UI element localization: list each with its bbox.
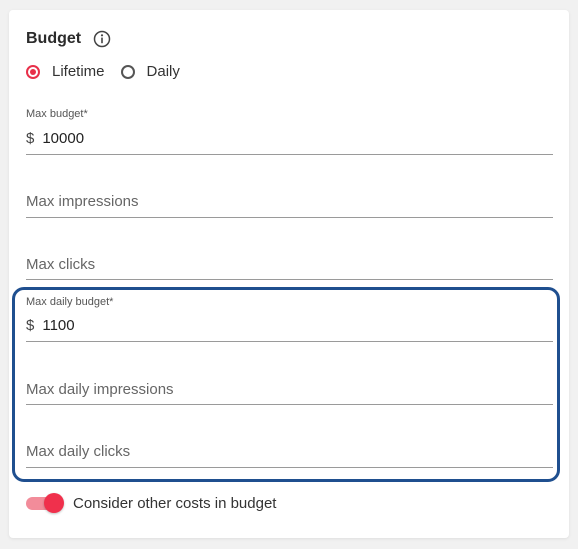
max-budget-value-row: $ 10000 bbox=[26, 130, 84, 147]
max-daily-clicks-input[interactable]: Max daily clicks bbox=[26, 443, 130, 460]
budget-type-radio-group: Lifetime Daily bbox=[26, 63, 180, 80]
toggle-thumb bbox=[44, 493, 64, 513]
max-daily-impressions-field[interactable]: Max daily impressions bbox=[26, 371, 553, 405]
max-budget-field[interactable]: Max budget* $ 10000 bbox=[26, 108, 553, 155]
max-impressions-field[interactable]: Max impressions bbox=[26, 184, 553, 218]
consider-costs-row: Consider other costs in budget bbox=[26, 493, 276, 513]
max-budget-label: Max budget* bbox=[26, 108, 88, 120]
info-circle-icon[interactable] bbox=[93, 30, 111, 48]
radio-lifetime-label: Lifetime bbox=[52, 63, 105, 80]
radio-checked-icon bbox=[26, 64, 40, 79]
max-daily-impressions-input[interactable]: Max daily impressions bbox=[26, 381, 174, 398]
budget-header: Budget bbox=[26, 30, 111, 48]
radio-daily-label: Daily bbox=[146, 63, 180, 80]
currency-symbol: $ bbox=[26, 130, 35, 147]
max-daily-budget-value-row: $ 1100 bbox=[26, 317, 75, 334]
currency-symbol: $ bbox=[26, 317, 35, 334]
max-budget-input[interactable]: 10000 bbox=[42, 130, 84, 147]
max-daily-budget-label: Max daily budget* bbox=[26, 296, 114, 308]
max-impressions-input[interactable]: Max impressions bbox=[26, 193, 139, 210]
radio-unchecked-icon bbox=[120, 64, 135, 79]
radio-lifetime[interactable]: Lifetime bbox=[26, 63, 105, 80]
max-clicks-field[interactable]: Max clicks bbox=[26, 247, 553, 280]
consider-costs-label: Consider other costs in budget bbox=[73, 494, 277, 512]
max-daily-budget-field[interactable]: Max daily budget* $ 1100 bbox=[26, 295, 553, 342]
max-daily-budget-input[interactable]: 1100 bbox=[42, 317, 74, 334]
section-title: Budget bbox=[26, 30, 82, 47]
radio-daily[interactable]: Daily bbox=[120, 63, 180, 80]
consider-costs-toggle[interactable] bbox=[26, 493, 64, 513]
max-clicks-input[interactable]: Max clicks bbox=[26, 256, 95, 273]
max-daily-clicks-field[interactable]: Max daily clicks bbox=[26, 434, 553, 468]
